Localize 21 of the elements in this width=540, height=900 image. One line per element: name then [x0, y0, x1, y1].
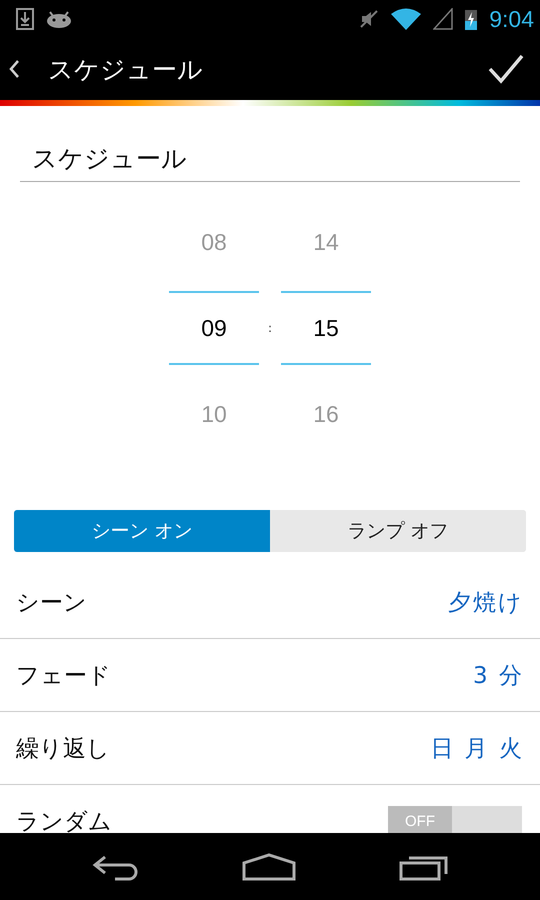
selected-time-value[interactable]: 15 — [281, 291, 371, 365]
setting-value[interactable]: 3 分 — [473, 660, 524, 690]
setting-value[interactable]: 日 月 火 — [430, 732, 524, 764]
robot-icon — [46, 10, 72, 28]
muted-speaker-icon — [359, 9, 380, 29]
name-field[interactable]: スケジュール — [20, 142, 520, 182]
signal-icon — [433, 8, 454, 30]
clock-time: 9:04 — [489, 6, 534, 32]
setting-label: ランダム — [16, 808, 112, 833]
back-icon[interactable] — [8, 59, 20, 79]
wifi-icon — [391, 8, 422, 30]
battery-icon — [465, 8, 478, 30]
download-icon — [16, 8, 34, 30]
screen-title: スケジュール — [48, 54, 204, 86]
setting-label: フェード — [16, 662, 111, 690]
setting-label: シーン — [16, 588, 87, 618]
selected-time-value[interactable]: 09 — [169, 291, 259, 365]
setting-label: 繰り返し — [16, 734, 110, 764]
mode-tab[interactable]: シーン オン — [14, 510, 270, 552]
setting-value[interactable]: 夕焼け — [448, 586, 524, 618]
time-separator: : — [266, 321, 274, 335]
